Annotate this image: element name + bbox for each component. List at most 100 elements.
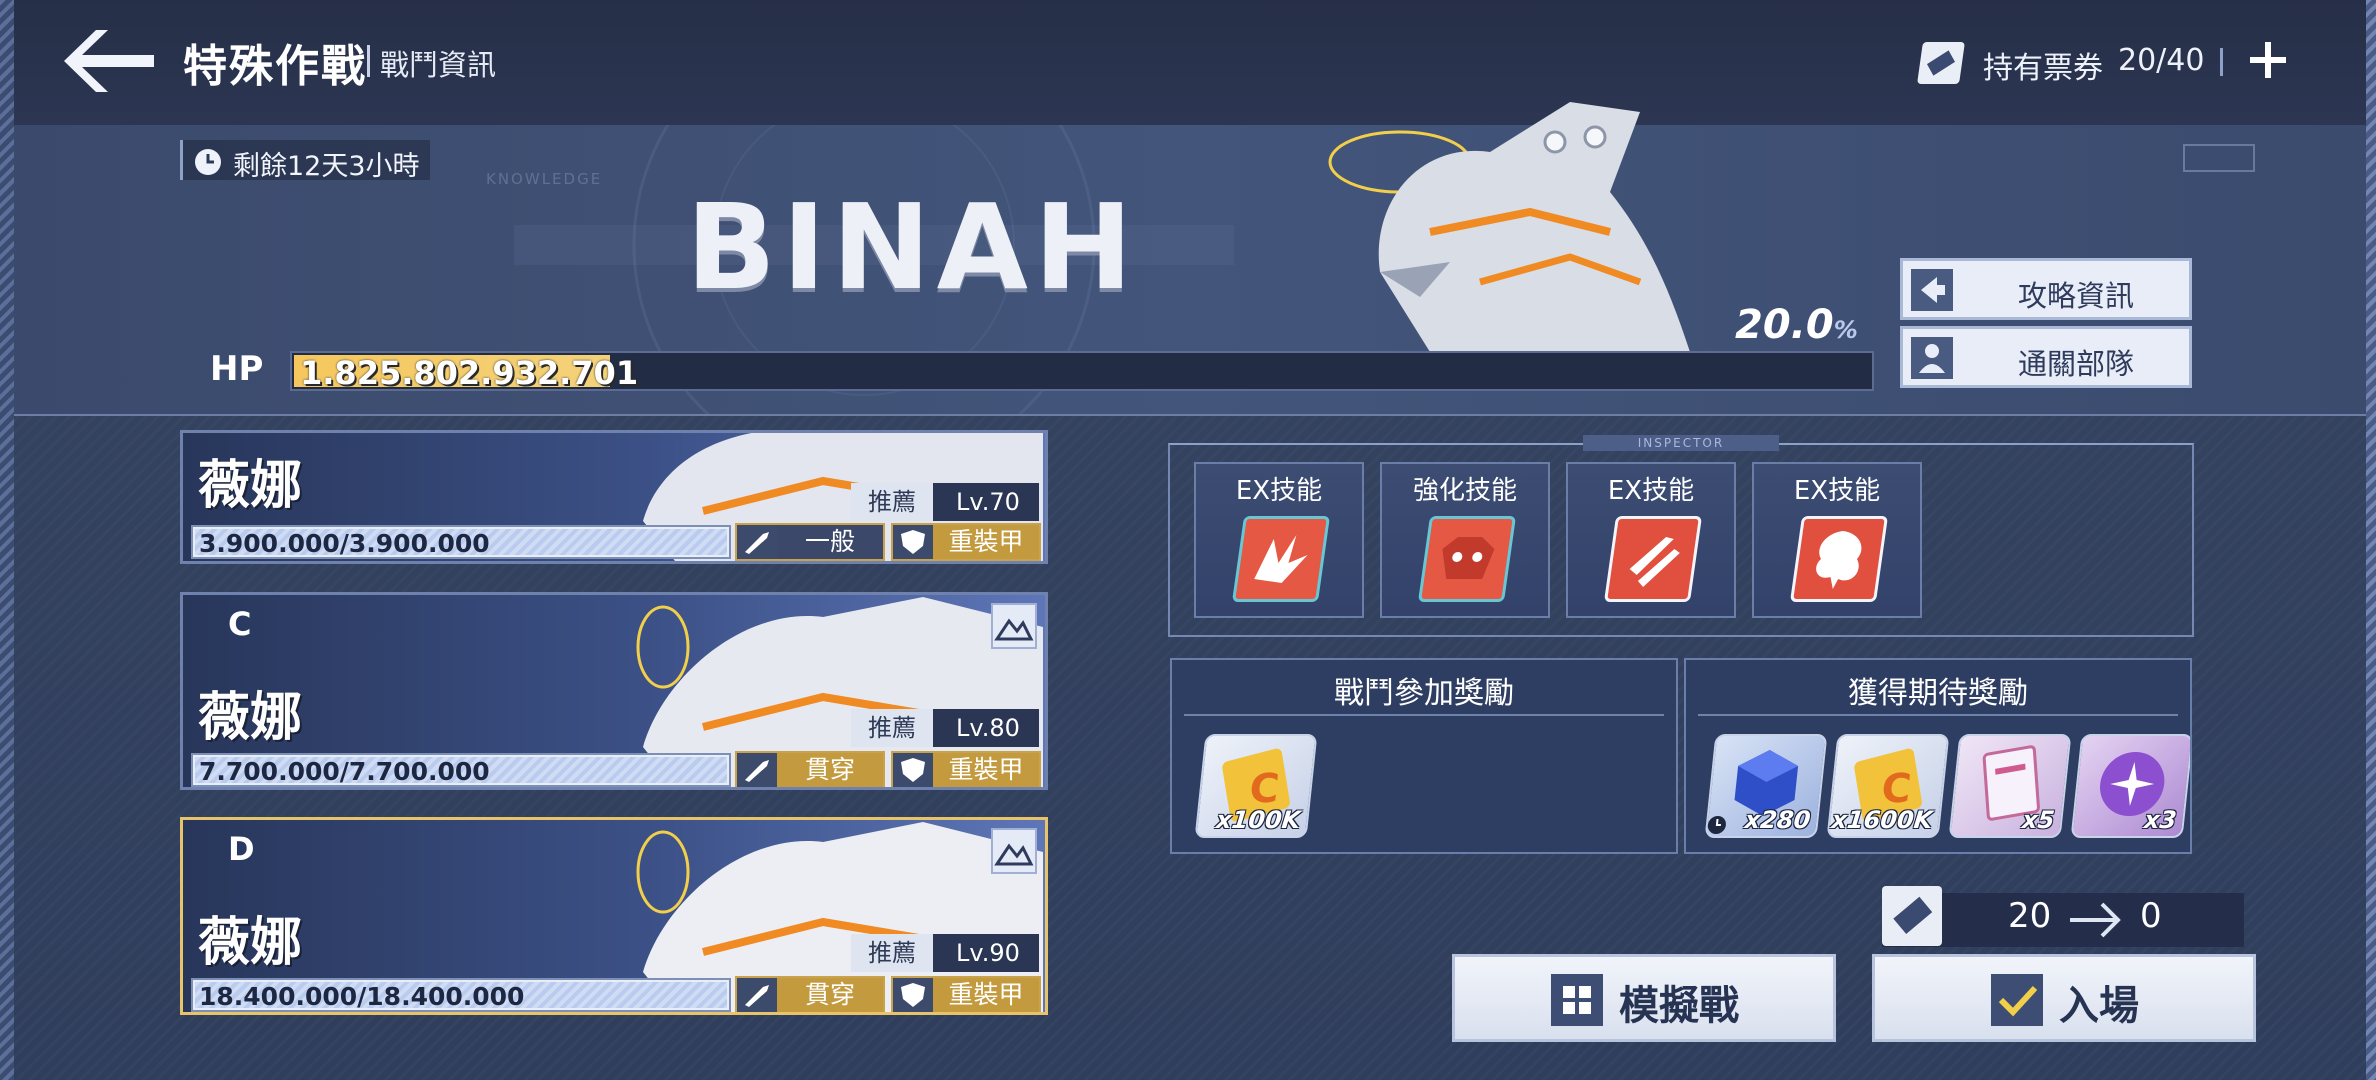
recommended-level: 推薦 Lv.70 xyxy=(851,483,1039,521)
skill-label: EX技能 xyxy=(1607,476,1695,506)
arrow-left-icon xyxy=(1911,269,1953,311)
ticket-cost-from: 20 xyxy=(2008,896,2052,936)
difficulty-boss-name: 薇娜 xyxy=(198,688,303,748)
reward-quantity: x5 xyxy=(2020,806,2056,834)
report-icon[interactable]: x5 xyxy=(1948,734,2072,838)
sword-icon xyxy=(745,760,769,782)
left-border xyxy=(0,0,14,1080)
expected-reward-panel: 獲得期待獎勵 x280 C x1600K x5 x3 xyxy=(1684,658,2192,854)
beast-face-icon xyxy=(1417,516,1517,602)
simulate-button[interactable]: 模擬戰 xyxy=(1452,954,1836,1042)
strategy-info-button[interactable]: 攻略資訊 xyxy=(1900,258,2192,320)
expected-reward-title: 獲得期待獎勵 xyxy=(1848,676,2028,711)
attack-type-tag: 貫穿 xyxy=(735,976,885,1012)
reward-quantity: x280 xyxy=(1743,806,1812,834)
difficulty-hp-bar: 18.400.000/18.400.000 xyxy=(191,978,731,1012)
purple-orb-icon[interactable]: x3 xyxy=(2070,734,2190,838)
page-title: 特殊作戰 xyxy=(183,41,367,92)
skill-slot-4[interactable]: EX技能 xyxy=(1752,462,1922,618)
strategy-info-label: 攻略資訊 xyxy=(2017,279,2134,313)
boss-hp-bar: 1.825.802.932.701 xyxy=(290,351,1874,392)
attack-type-label: 貫穿 xyxy=(777,753,883,787)
burst-icon xyxy=(1231,516,1331,602)
skill-label: EX技能 xyxy=(1235,476,1323,506)
simulate-label: 模擬戰 xyxy=(1619,983,1739,1029)
shield-icon xyxy=(901,758,925,782)
attack-type-tag: 一般 xyxy=(735,523,885,561)
mountain-icon[interactable] xyxy=(991,828,1037,874)
explosion-icon xyxy=(1789,516,1889,602)
difficulty-card-c[interactable]: C 薇娜 推薦 Lv.80 7.700.000/7.700.000 貫穿 重裝甲 xyxy=(180,592,1048,790)
mountain-icon[interactable] xyxy=(991,603,1037,649)
difficulty-card-b[interactable]: 薇娜 推薦 Lv.70 3.900.000/3.900.000 一般 重裝甲 xyxy=(180,430,1048,564)
skill-label: EX技能 xyxy=(1793,476,1881,506)
defense-type-label: 重裝甲 xyxy=(933,978,1039,1012)
difficulty-hp-bar: 7.700.000/7.700.000 xyxy=(191,753,731,787)
clear-team-label: 通關部隊 xyxy=(2017,347,2134,381)
page-subtitle: 戰鬥資訊 xyxy=(380,48,497,82)
sword-icon xyxy=(745,532,769,554)
recommended-label: 推薦 xyxy=(851,934,933,972)
shield-icon xyxy=(901,983,925,1007)
add-ticket-button[interactable] xyxy=(2246,38,2290,82)
defense-type-label: 重裝甲 xyxy=(933,753,1039,787)
credit-card-icon[interactable]: C x100K xyxy=(1194,734,1318,838)
simulate-icon xyxy=(1551,974,1603,1026)
back-arrow-icon xyxy=(64,30,154,92)
recommended-label: 推薦 xyxy=(851,709,933,747)
defense-type-label: 重裝甲 xyxy=(933,525,1039,559)
level-label: Lv.90 xyxy=(956,939,1020,967)
difficulty-hp-text: 3.900.000/3.900.000 xyxy=(199,529,490,558)
boss-portrait xyxy=(1328,102,1690,352)
skill-slot-3[interactable]: EX技能 xyxy=(1566,462,1736,618)
skill-slot-1[interactable]: EX技能 xyxy=(1194,462,1364,618)
enter-button[interactable]: 入場 xyxy=(1872,954,2256,1042)
clock-icon xyxy=(1707,816,1726,834)
credit-card-icon[interactable]: C x1600K xyxy=(1826,734,1950,838)
clear-team-button[interactable]: 通關部隊 xyxy=(1900,326,2192,388)
hp-percent: 20.0% xyxy=(1735,302,1858,348)
reward-quantity: x3 xyxy=(2142,806,2178,834)
check-icon xyxy=(1991,974,2043,1026)
defense-type-tag: 重裝甲 xyxy=(891,523,1041,561)
participation-reward-title: 戰鬥參加獎勵 xyxy=(1334,676,1514,711)
person-icon xyxy=(1911,337,1953,379)
right-border xyxy=(2366,0,2376,1080)
level-label: Lv.70 xyxy=(956,488,1020,516)
recommended-level: 推薦 Lv.80 xyxy=(851,709,1039,747)
ticket-cost-to: 0 xyxy=(2140,896,2162,936)
difficulty-letter: D xyxy=(228,830,255,868)
back-button[interactable] xyxy=(62,26,162,96)
skill-slot-2[interactable]: 強化技能 xyxy=(1380,462,1550,618)
blue-cube-icon[interactable]: x280 xyxy=(1704,734,1828,838)
boss-name: BINAH xyxy=(686,178,1139,316)
ticket-count: 20/40 xyxy=(2118,43,2205,78)
difficulty-hp-text: 7.700.000/7.700.000 xyxy=(199,757,490,786)
missiles-icon xyxy=(1603,516,1703,602)
ticket-icon xyxy=(1917,42,1965,84)
reward-quantity: x1600K xyxy=(1830,806,1934,834)
difficulty-hp-text: 18.400.000/18.400.000 xyxy=(199,982,525,1011)
reward-quantity: x100K xyxy=(1214,806,1302,834)
title-divider xyxy=(367,45,370,77)
recommended-level: 推薦 Lv.90 xyxy=(851,934,1039,972)
enter-label: 入場 xyxy=(2059,983,2139,1029)
attack-type-label: 貫穿 xyxy=(777,978,883,1012)
attack-type-tag: 貫穿 xyxy=(735,751,885,787)
top-divider xyxy=(2220,48,2223,76)
difficulty-card-d[interactable]: D 薇娜 推薦 Lv.90 18.400.000/18.400.000 貫穿 重… xyxy=(180,817,1048,1015)
watermark-text: KNOWLEDGE xyxy=(486,170,603,188)
difficulty-letter: C xyxy=(228,605,252,643)
ticket-label: 持有票券 xyxy=(1983,51,2103,86)
difficulty-boss-name: 薇娜 xyxy=(198,913,303,973)
clock-icon xyxy=(193,147,223,177)
difficulty-boss-name: 薇娜 xyxy=(198,456,303,516)
shield-icon xyxy=(901,530,925,554)
banner-divider xyxy=(14,414,2366,416)
skill-label: 強化技能 xyxy=(1412,476,1517,506)
participation-reward-panel: 戰鬥參加獎勵 C x100K xyxy=(1170,658,1678,854)
defense-type-tag: 重裝甲 xyxy=(891,976,1041,1012)
level-label: Lv.80 xyxy=(956,714,1020,742)
inspector-label: INSPECTOR xyxy=(1583,435,1779,451)
sword-icon xyxy=(745,985,769,1007)
